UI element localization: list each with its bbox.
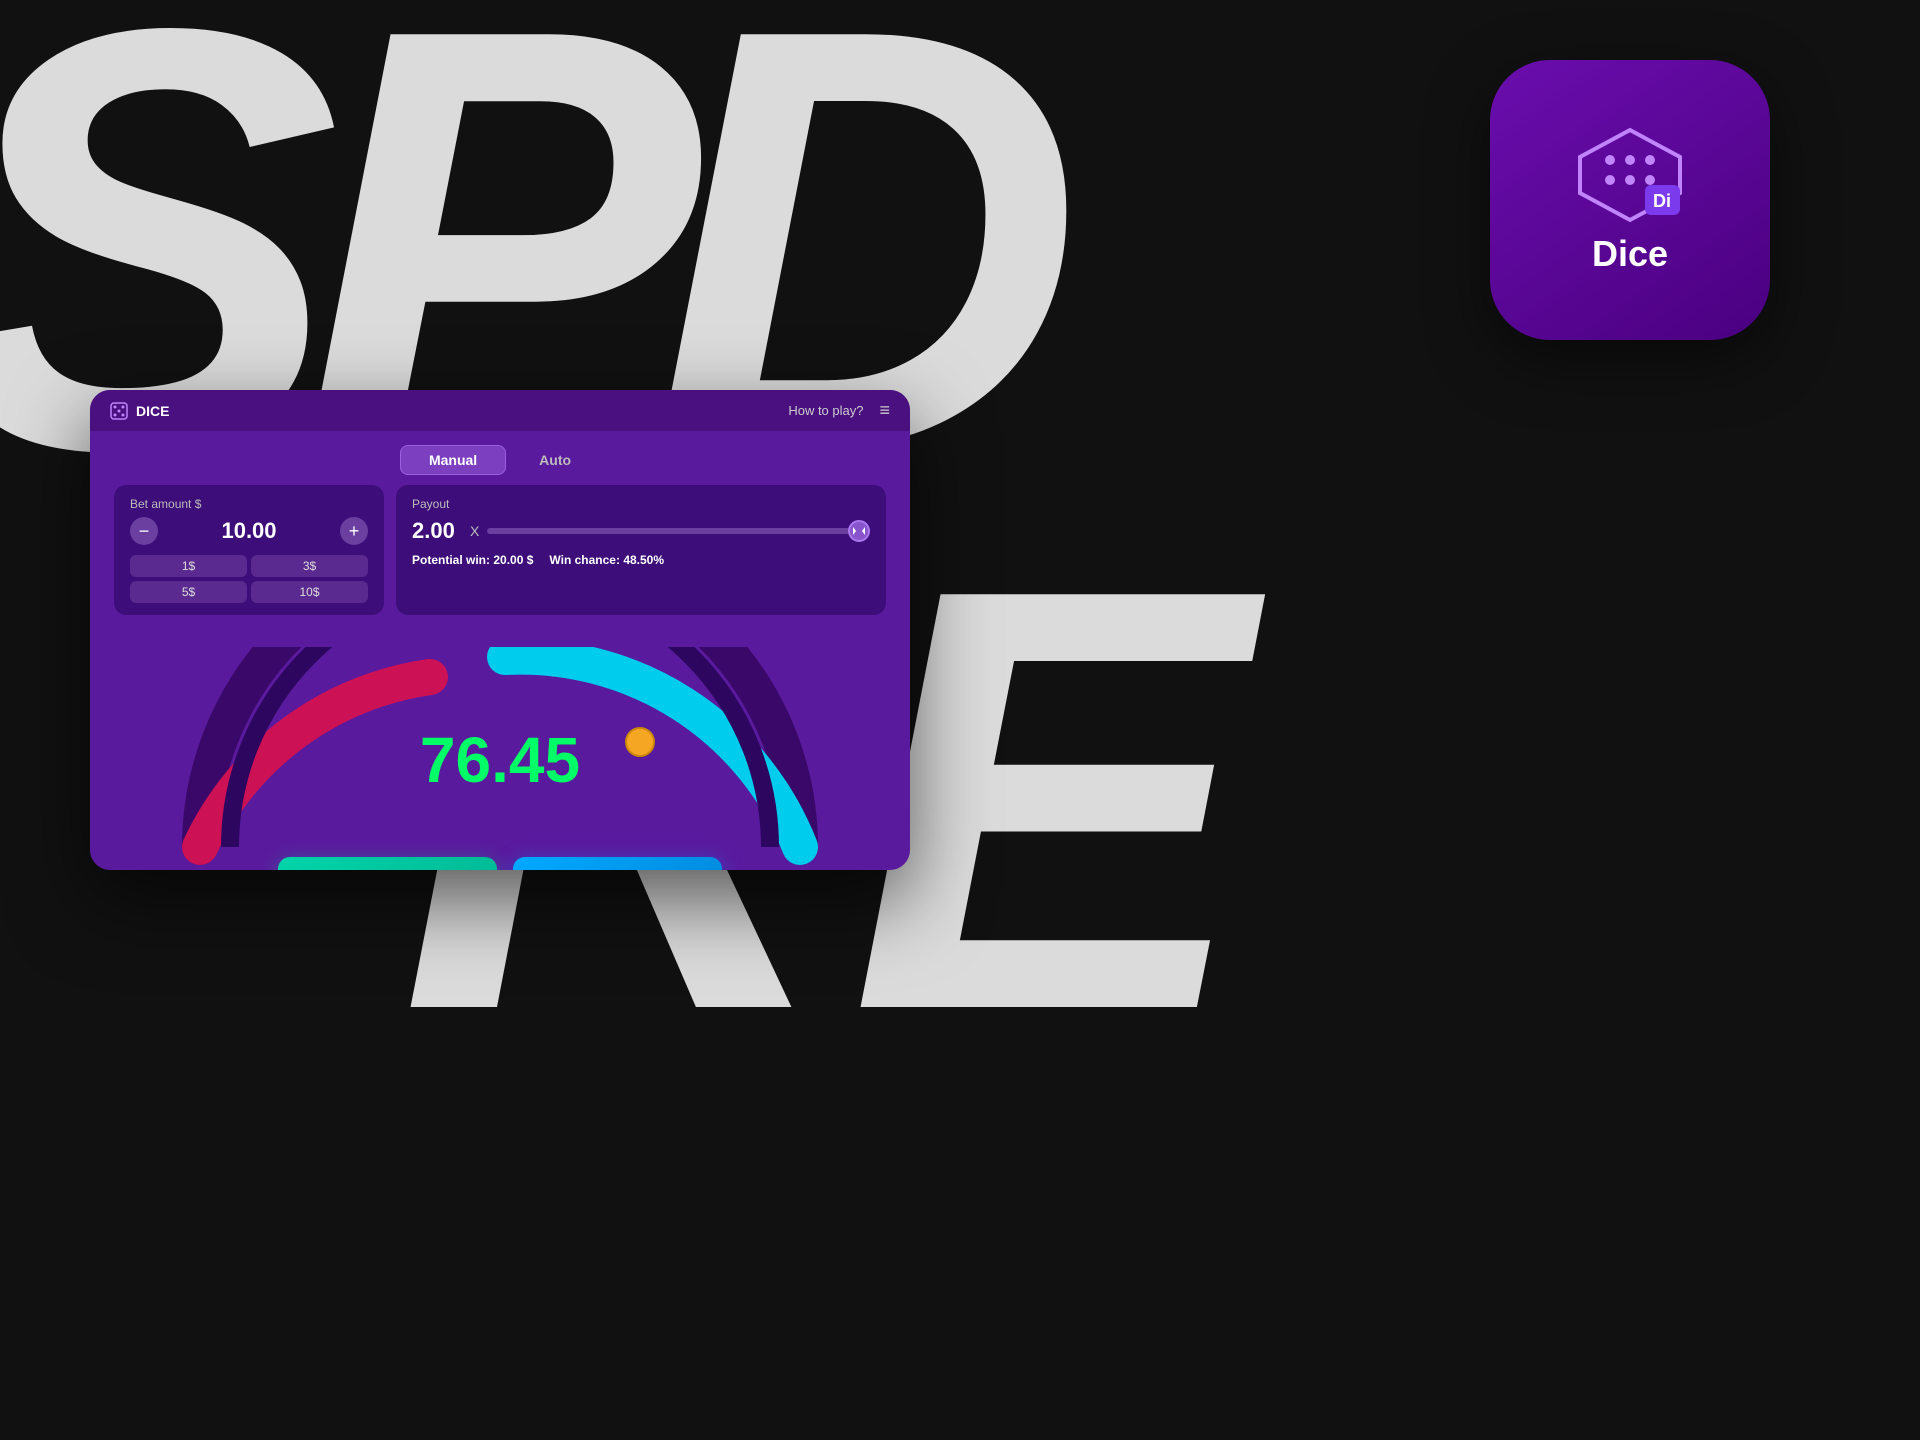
header-right: How to play? ≡	[788, 400, 890, 421]
win-chance-label: Win chance: 48.50%	[549, 553, 664, 567]
payout-multiplier: X	[470, 523, 479, 539]
window-header: DICE How to play? ≡	[90, 390, 910, 431]
chip-10[interactable]: 10$	[251, 581, 368, 603]
gauge-area: 76.45	[90, 627, 910, 867]
tab-manual[interactable]: Manual	[400, 445, 506, 475]
tab-auto[interactable]: Auto	[510, 445, 600, 475]
chip-3[interactable]: 3$	[251, 555, 368, 577]
window-dice-icon	[110, 402, 128, 420]
payout-slider-track	[487, 528, 870, 534]
payout-row: 2.00 X	[412, 517, 870, 545]
payout-value: 2.00	[412, 518, 462, 544]
bet-amount-row: − 10.00 +	[130, 517, 368, 545]
game-window: DICE How to play? ≡ Manual Auto Bet amou…	[90, 390, 910, 870]
tabs-container: Manual Auto	[90, 431, 910, 485]
app-icon-label: Dice	[1592, 233, 1668, 275]
bet-section: Bet amount $ − 10.00 + 1$ 3$ 5$ 10$	[114, 485, 384, 615]
roll-under-button[interactable]: ROLL UNDER ▼ 48.50	[278, 857, 498, 870]
menu-icon[interactable]: ≡	[879, 400, 890, 421]
app-icon: Di Dice	[1490, 60, 1770, 340]
chip-5[interactable]: 5$	[130, 581, 247, 603]
bg-letter-e: E	[850, 500, 1250, 1100]
window-title: DICE	[110, 402, 169, 420]
bet-label: Bet amount $	[130, 497, 368, 511]
roll-over-button[interactable]: ▲ 51.49 ROLL OVER	[513, 857, 722, 870]
window-title-text: DICE	[136, 403, 169, 419]
action-buttons: ROLL UNDER ▼ 48.50 ▲ 51.49 ROLL OVER	[90, 857, 910, 870]
how-to-play-link[interactable]: How to play?	[788, 403, 863, 418]
controls-row: Bet amount $ − 10.00 + 1$ 3$ 5$ 10$ Payo…	[90, 485, 910, 627]
svg-text:Di: Di	[1653, 191, 1671, 211]
payout-slider-thumb[interactable]	[848, 520, 870, 542]
potential-win-label: Potential win: 20.00 $	[412, 553, 533, 567]
bet-decrease-button[interactable]: −	[130, 517, 158, 545]
payout-section: Payout 2.00 X	[396, 485, 886, 615]
gauge-value: 76.45	[420, 723, 580, 797]
payout-info: Potential win: 20.00 $ Win chance: 48.50…	[412, 553, 870, 567]
payout-label: Payout	[412, 497, 870, 511]
payout-slider[interactable]	[487, 517, 870, 545]
dice-logo-icon: Di	[1560, 125, 1700, 225]
bet-value: 10.00	[166, 518, 332, 544]
bet-chips: 1$ 3$ 5$ 10$	[130, 555, 368, 603]
bet-increase-button[interactable]: +	[340, 517, 368, 545]
chip-1[interactable]: 1$	[130, 555, 247, 577]
slider-arrows-icon	[853, 525, 865, 537]
